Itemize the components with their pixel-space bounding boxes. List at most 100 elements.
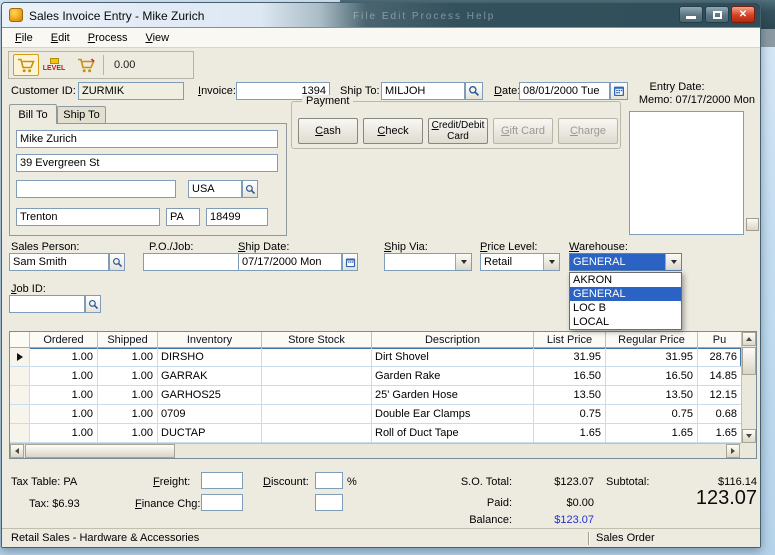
grid-vertical-scrollbar[interactable] <box>741 332 756 443</box>
table-row[interactable]: 1.00 1.00 0709 Double Ear Clamps 0.75 0.… <box>10 405 741 424</box>
dropdown-item-general[interactable]: GENERAL <box>570 287 681 301</box>
sales-entry-toolbar-button[interactable] <box>13 54 39 76</box>
dropdown-arrow-icon[interactable] <box>665 254 681 270</box>
bill-country-field[interactable]: USA <box>188 180 242 198</box>
scroll-down-button[interactable] <box>742 429 756 443</box>
row-selector[interactable] <box>10 367 30 386</box>
menu-bar: File Edit Process View <box>2 28 760 48</box>
menu-edit[interactable]: Edit <box>42 29 79 47</box>
table-row[interactable]: 1.00 1.00 GARHOS25 25' Garden Hose 13.50… <box>10 386 741 405</box>
dropdown-item-akron[interactable]: AKRON <box>570 273 681 287</box>
calendar-icon <box>345 257 355 267</box>
column-header-store-stock: Store Stock <box>262 332 372 347</box>
finance-chg-field[interactable] <box>201 494 243 511</box>
tax-value: $6.93 <box>52 498 80 510</box>
bill-name-field[interactable]: Mike Zurich <box>16 130 278 148</box>
invoice-label: Invoice: <box>198 85 236 97</box>
ship-via-label: Ship Via: <box>384 241 428 253</box>
discount-amount-field[interactable] <box>315 494 343 511</box>
memo-label: Memo: 07/17/2000 Mon <box>638 94 755 106</box>
grid-header: Ordered Shipped Inventory Store Stock De… <box>10 332 741 348</box>
magnifier-icon <box>469 86 480 97</box>
scroll-up-button[interactable] <box>742 332 756 346</box>
status-left-text: Retail Sales - Hardware & Accessories <box>11 532 200 544</box>
job-id-label: Job ID: <box>11 283 46 295</box>
check-button[interactable]: Check <box>363 118 423 144</box>
tab-bill-to-label: Bill To <box>18 108 48 121</box>
dropdown-item-loc-b[interactable]: LOC B <box>570 301 681 315</box>
scroll-left-button[interactable] <box>10 444 24 458</box>
price-level-combo[interactable]: Retail <box>480 253 560 271</box>
background-window-menu-ghost: File Edit Process Help <box>353 11 496 22</box>
column-header-shipped: Shipped <box>98 332 158 347</box>
memo-scroll-button[interactable] <box>746 218 759 231</box>
close-button[interactable]: ✕ <box>731 6 755 23</box>
row-selector[interactable] <box>10 348 30 367</box>
table-row[interactable]: 1.00 1.00 DIRSHO Dirt Shovel 31.95 31.95… <box>10 348 741 367</box>
sales-person-lookup-button[interactable] <box>109 253 125 271</box>
row-selector[interactable] <box>10 424 30 443</box>
level-label: LEVEL <box>42 65 66 72</box>
ship-date-calendar-button[interactable] <box>342 253 358 271</box>
job-id-field[interactable] <box>9 295 85 313</box>
bill-street-field[interactable]: 39 Evergreen St <box>16 154 278 172</box>
menu-process[interactable]: Process <box>79 29 137 47</box>
scroll-right-button[interactable] <box>726 444 740 458</box>
balance-value: $123.07 <box>554 514 594 526</box>
maximize-button[interactable] <box>705 6 729 23</box>
payment-group-label: Payment <box>302 95 354 107</box>
scroll-right-icon <box>731 448 735 454</box>
bill-city-field[interactable]: Trenton <box>16 208 160 226</box>
ship-date-label: Ship Date: <box>238 241 290 253</box>
sales-person-field[interactable]: Sam Smith <box>9 253 109 271</box>
gift-card-button: Gift Card <box>493 118 553 144</box>
credit-debit-card-button[interactable]: Credit/Debit Card <box>428 118 488 144</box>
tab-ship-to[interactable]: Ship To <box>57 106 106 123</box>
country-lookup-button[interactable] <box>242 180 258 198</box>
row-selector[interactable] <box>10 405 30 424</box>
tab-bill-to[interactable]: Bill To <box>9 104 57 124</box>
bill-zip-field[interactable]: 18499 <box>206 208 268 226</box>
paid-value: $0.00 <box>566 497 594 509</box>
sales-invoice-entry-window: Sales Invoice Entry - Mike Zurich File E… <box>1 2 761 548</box>
ship-to-lookup-button[interactable] <box>465 82 483 100</box>
warehouse-combo[interactable]: GENERAL <box>569 253 682 271</box>
menu-view[interactable]: View <box>136 29 178 47</box>
dropdown-arrow-icon[interactable] <box>543 254 559 270</box>
horizontal-scroll-thumb[interactable] <box>25 444 175 458</box>
discount-field[interactable] <box>315 472 343 489</box>
line-items-grid: Ordered Shipped Inventory Store Stock De… <box>9 331 757 459</box>
bill-state-field[interactable]: PA <box>166 208 200 226</box>
vertical-scroll-thumb[interactable] <box>742 347 756 375</box>
warehouse-dropdown-list: AKRON GENERAL LOC B LOCAL <box>569 272 682 330</box>
table-row[interactable]: 1.00 1.00 GARRAK Garden Rake 16.50 16.50… <box>10 367 741 386</box>
order-toolbar-button[interactable] <box>73 54 99 76</box>
dropdown-arrow-icon[interactable] <box>455 254 471 270</box>
menu-file[interactable]: File <box>6 29 42 47</box>
price-level-toolbar-button[interactable]: LEVEL <box>39 54 69 76</box>
current-row-icon <box>16 353 23 361</box>
table-row[interactable]: 1.00 1.00 DUCTAP Roll of Duct Tape 1.65 … <box>10 424 741 443</box>
freight-label: Freight: <box>153 476 191 488</box>
ship-via-combo[interactable] <box>384 253 472 271</box>
bill-address2-field[interactable] <box>16 180 176 198</box>
magnifier-icon <box>245 184 255 194</box>
tab-ship-to-label: Ship To <box>63 109 100 121</box>
dropdown-item-local[interactable]: LOCAL <box>570 315 681 329</box>
ship-to-field[interactable]: MILJOH <box>381 82 465 100</box>
row-selector[interactable] <box>10 386 30 405</box>
memo-textarea[interactable] <box>629 111 744 235</box>
po-job-field[interactable] <box>143 253 241 271</box>
sales-person-label: Sales Person: <box>11 241 80 253</box>
job-id-lookup-button[interactable] <box>85 295 101 313</box>
magnifier-icon <box>112 257 122 267</box>
freight-field[interactable] <box>201 472 243 489</box>
customer-id-field[interactable]: ZURMIK <box>78 82 184 100</box>
ship-date-field[interactable]: 07/17/2000 Mon <box>238 253 342 271</box>
cash-button[interactable]: Cash <box>298 118 358 144</box>
background-window-edge <box>761 29 775 47</box>
grid-horizontal-scrollbar[interactable] <box>10 443 741 458</box>
cart-icon <box>77 58 95 72</box>
date-field[interactable]: 08/01/2000 Tue <box>519 82 610 100</box>
minimize-button[interactable] <box>679 6 703 23</box>
